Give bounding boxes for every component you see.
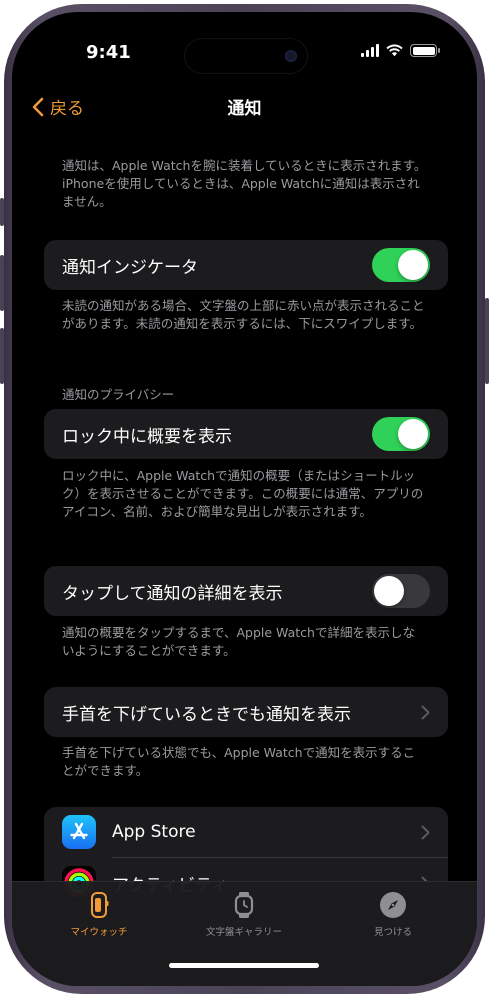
tap-for-details-label: タップして通知の詳細を表示 [62, 583, 283, 604]
tap-for-details-footnote: 通知の概要をタップするまで、Apple Watchで詳細を表示しないようにするこ… [62, 625, 415, 658]
tab-discover[interactable]: 見つける [348, 890, 438, 938]
back-button[interactable]: 戻る [32, 94, 84, 119]
volume-up-button [0, 255, 4, 311]
summary-when-locked-row[interactable]: ロック中に概要を表示 [44, 409, 448, 459]
volume-down-button [0, 328, 4, 384]
dynamic-island [184, 38, 308, 74]
tab-face-gallery[interactable]: 文字盤ギャラリー [184, 890, 304, 938]
battery-icon [410, 44, 440, 57]
tab-label: 見つける [373, 927, 412, 938]
power-button [485, 298, 489, 384]
tap-for-details-toggle[interactable] [372, 574, 430, 608]
chevron-left-icon [32, 97, 44, 116]
status-icons [361, 44, 440, 57]
watch-icon [91, 892, 109, 918]
tab-label: 文字盤ギャラリー [205, 927, 282, 938]
privacy-section-header: 通知のプライバシー [62, 387, 175, 402]
summary-when-locked-footnote: ロック中に、Apple Watchで通知の概要（またはショートルック）を表示させ… [62, 468, 424, 519]
back-button-label: 戻る [50, 99, 84, 119]
app-row-label: App Store [112, 822, 196, 842]
wrist-down-footnote: 手首を下げている状態でも、Apple Watchで通知を表示することができます。 [62, 745, 416, 778]
tab-my-watch[interactable]: マイウォッチ [54, 890, 144, 938]
watch-face-icon [234, 892, 254, 918]
intro-footnote: 通知は、Apple Watchを腕に装着しているときに表示されます。iPhone… [62, 158, 427, 209]
action-button [0, 198, 4, 226]
app-store-icon [62, 815, 96, 849]
wrist-down-label: 手首を下げているときでも通知を表示 [62, 704, 351, 725]
notification-indicator-row[interactable]: 通知インジケータ [44, 240, 448, 290]
notification-indicator-label: 通知インジケータ [62, 257, 198, 278]
notification-indicator-footnote: 未読の通知がある場合、文字盤の上部に赤い点が表示されることがあります。未読の通知… [62, 298, 425, 331]
home-indicator [169, 963, 319, 968]
wifi-icon [386, 44, 403, 57]
front-camera-icon [285, 50, 297, 62]
chevron-right-icon [421, 705, 430, 719]
summary-when-locked-label: ロック中に概要を表示 [62, 426, 232, 447]
tap-for-details-row[interactable]: タップして通知の詳細を表示 [44, 566, 448, 616]
navigation-bar: 戻る 通知 [12, 92, 477, 122]
status-bar: 9:41 [12, 12, 477, 74]
summary-when-locked-toggle[interactable] [372, 417, 430, 451]
cellular-signal-icon [361, 44, 379, 57]
wrist-down-row[interactable]: 手首を下げているときでも通知を表示 [44, 687, 448, 737]
tab-label: マイウォッチ [70, 927, 128, 938]
screen: 9:41 戻る 通知 通知は、Apple Watchを腕に装着しているときに表示… [12, 12, 477, 986]
compass-icon [380, 892, 406, 918]
tab-bar: マイウォッチ 文字盤ギャラリー 見つける [12, 881, 477, 986]
app-row-app-store[interactable]: App Store [44, 807, 448, 857]
status-time: 9:41 [86, 42, 131, 63]
chevron-right-icon [421, 825, 430, 839]
notification-indicator-toggle[interactable] [372, 248, 430, 282]
